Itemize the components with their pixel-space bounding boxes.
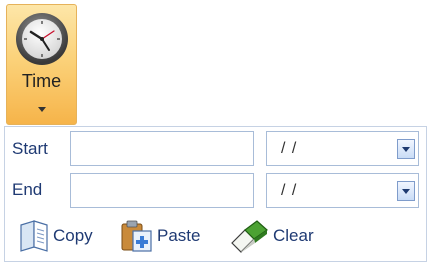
end-date-value: / / bbox=[281, 182, 298, 199]
eraser-icon bbox=[231, 220, 268, 253]
paste-button[interactable]: Paste bbox=[119, 218, 200, 254]
end-date-picker[interactable]: / / bbox=[266, 173, 419, 208]
time-ribbon-button[interactable]: Time bbox=[6, 4, 77, 125]
clear-label: Clear bbox=[273, 226, 314, 245]
clock-icon bbox=[16, 13, 68, 65]
copy-icon bbox=[20, 220, 48, 252]
time-label: Time bbox=[21, 71, 62, 91]
start-text-field[interactable] bbox=[70, 131, 254, 166]
time-range-panel: Start / / End / / Copy Paste Clear bbox=[4, 126, 427, 262]
clear-button[interactable]: Clear bbox=[229, 218, 314, 254]
chevron-down-icon[interactable] bbox=[38, 107, 46, 112]
end-date-dropdown-button[interactable] bbox=[397, 181, 415, 201]
start-label: Start bbox=[12, 139, 48, 158]
start-date-picker[interactable]: / / bbox=[266, 131, 419, 166]
start-date-dropdown-button[interactable] bbox=[397, 139, 415, 159]
paste-icon bbox=[121, 220, 152, 252]
end-label: End bbox=[12, 180, 43, 199]
paste-label: Paste bbox=[157, 226, 201, 245]
end-text-field[interactable] bbox=[70, 173, 254, 208]
copy-label: Copy bbox=[53, 226, 93, 245]
start-date-value: / / bbox=[281, 140, 298, 157]
copy-button[interactable]: Copy bbox=[17, 218, 93, 254]
